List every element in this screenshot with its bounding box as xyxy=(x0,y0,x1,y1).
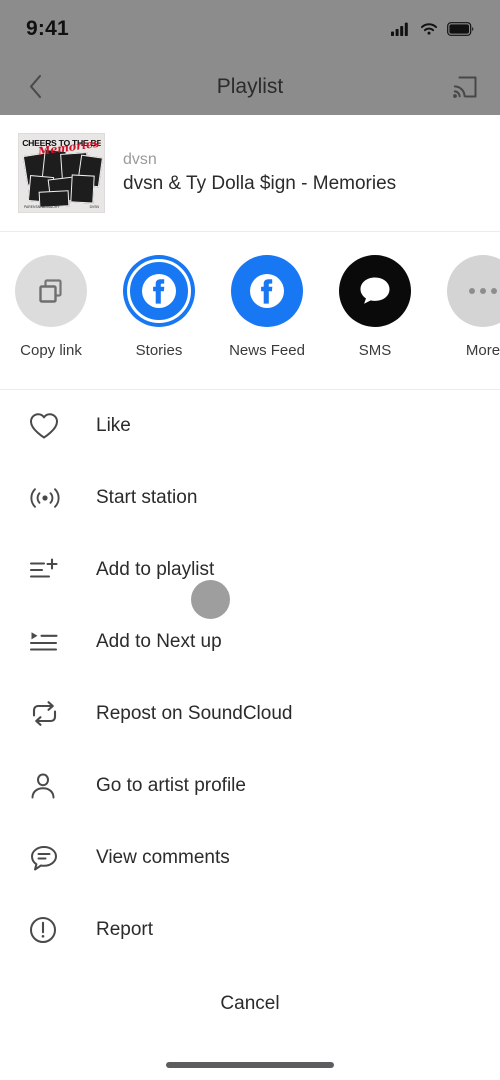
menu-item-add-to-playlist[interactable]: Add to playlist xyxy=(0,534,500,606)
share-sheet-screen: 9:41 Playlist CHEERS TO THE B Memories P… xyxy=(0,0,500,1080)
battery-full-icon xyxy=(447,22,474,36)
album-artwork: CHEERS TO THE BEST Memories PARENTAL ADV… xyxy=(18,133,105,213)
comment-bubble-icon xyxy=(31,846,57,871)
menu-item-add-to-next-up[interactable]: Add to Next up xyxy=(0,606,500,678)
menu-item-start-station[interactable]: Start station xyxy=(0,462,500,534)
cast-icon xyxy=(453,76,477,98)
cancel-button[interactable]: Cancel xyxy=(0,966,500,1042)
news-feed-circle xyxy=(231,255,303,327)
share-targets-row[interactable]: Copy link Stories News Feed SMS More xyxy=(0,232,500,389)
facebook-icon xyxy=(250,274,284,308)
menu-label-artist-profile: Go to artist profile xyxy=(96,775,246,796)
stories-circle xyxy=(123,255,195,327)
menu-icon-wrap xyxy=(28,411,72,441)
back-button[interactable] xyxy=(18,70,52,104)
menu-icon-wrap xyxy=(28,484,72,512)
artwork-footer-left: PARENTAL ADVISORY xyxy=(24,205,60,209)
report-exclamation-icon xyxy=(30,917,56,943)
copy-link-circle xyxy=(15,255,87,327)
menu-icon-wrap xyxy=(28,628,72,656)
track-meta: dvsn dvsn & Ty Dolla $ign - Memories xyxy=(123,151,396,195)
menu-label-view-comments: View comments xyxy=(96,847,230,868)
track-username: dvsn xyxy=(123,151,157,168)
menu-label-repost: Repost on SoundCloud xyxy=(96,703,293,724)
track-title: dvsn & Ty Dolla $ign - Memories xyxy=(123,173,397,194)
menu-icon-wrap xyxy=(28,843,72,873)
heart-icon xyxy=(30,413,58,439)
cellular-signal-icon xyxy=(391,22,408,36)
copy-link-icon xyxy=(39,279,62,303)
sms-circle xyxy=(339,255,411,327)
menu-item-report[interactable]: Report xyxy=(0,894,500,966)
facebook-stories-icon xyxy=(127,259,191,323)
menu-icon-wrap xyxy=(28,700,72,728)
action-menu: Like Start station Add to playlist Add t… xyxy=(0,390,500,966)
more-circle xyxy=(447,255,500,327)
share-item-stories[interactable]: Stories xyxy=(123,255,195,359)
status-bar: 9:41 xyxy=(0,0,500,58)
touch-indicator xyxy=(191,580,230,619)
share-label-news-feed: News Feed xyxy=(229,342,305,359)
menu-icon-wrap xyxy=(28,556,72,584)
menu-item-like[interactable]: Like xyxy=(0,390,500,462)
share-label-copy-link: Copy link xyxy=(20,342,82,359)
status-bar-indicators xyxy=(391,22,474,36)
dimmed-overlay-region: 9:41 Playlist xyxy=(0,0,500,115)
menu-label-add-to-playlist: Add to playlist xyxy=(96,559,215,580)
menu-icon-wrap xyxy=(28,915,72,945)
back-chevron-icon xyxy=(29,74,41,99)
more-ellipsis-icon xyxy=(469,288,497,294)
user-profile-icon xyxy=(31,773,55,799)
home-indicator xyxy=(166,1062,334,1068)
share-label-more: More xyxy=(465,342,500,359)
menu-label-like: Like xyxy=(96,415,131,436)
menu-label-add-to-next-up: Add to Next up xyxy=(96,631,222,652)
artwork-footer: PARENTAL ADVISORY DVSN xyxy=(24,205,99,209)
share-label-stories: Stories xyxy=(135,342,183,359)
add-to-playlist-icon xyxy=(29,558,58,578)
status-bar-time: 9:41 xyxy=(26,17,69,40)
menu-item-view-comments[interactable]: View comments xyxy=(0,822,500,894)
radio-station-icon xyxy=(30,488,60,508)
sms-message-icon xyxy=(360,277,390,304)
share-label-sms: SMS xyxy=(358,342,392,359)
share-item-sms[interactable]: SMS xyxy=(339,255,411,359)
wifi-icon xyxy=(420,23,438,35)
menu-icon-wrap xyxy=(28,771,72,801)
track-header[interactable]: CHEERS TO THE BEST Memories PARENTAL ADV… xyxy=(0,115,500,231)
share-item-more[interactable]: More xyxy=(447,255,500,359)
page-title: Playlist xyxy=(216,74,284,98)
add-to-next-up-icon xyxy=(29,632,58,651)
navigation-bar: Playlist xyxy=(0,58,500,115)
menu-item-repost[interactable]: Repost on SoundCloud xyxy=(0,678,500,750)
menu-label-start-station: Start station xyxy=(96,487,198,508)
repost-icon xyxy=(32,701,57,726)
artwork-footer-right: DVSN xyxy=(89,205,99,209)
menu-item-artist-profile[interactable]: Go to artist profile xyxy=(0,750,500,822)
menu-label-report: Report xyxy=(96,919,154,940)
share-item-copy-link[interactable]: Copy link xyxy=(15,255,87,359)
cast-button[interactable] xyxy=(448,70,482,104)
share-item-news-feed[interactable]: News Feed xyxy=(229,255,305,359)
